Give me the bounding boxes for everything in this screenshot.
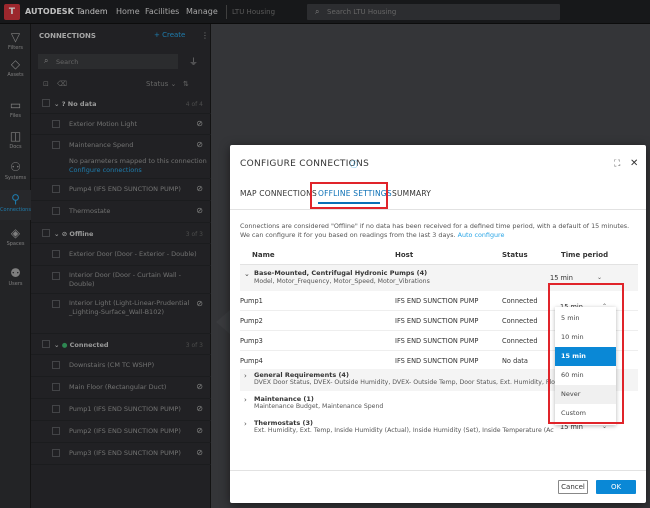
expand-icon[interactable]: ⛶ xyxy=(614,159,620,169)
info-icon[interactable]: ⓘ xyxy=(350,159,358,170)
popover-arrow xyxy=(216,310,230,334)
column-time-period: Time period xyxy=(561,251,609,259)
tab-summary[interactable]: SUMMARY xyxy=(392,189,431,198)
chevron-right-icon[interactable]: › xyxy=(244,396,247,404)
auto-configure-link[interactable]: Auto configure xyxy=(458,231,505,239)
chevron-down-icon[interactable]: ⌄ xyxy=(244,270,250,278)
divider xyxy=(230,209,646,210)
ok-button[interactable]: OK xyxy=(596,480,636,494)
column-status: Status xyxy=(502,251,528,259)
close-icon[interactable]: ✕ xyxy=(630,158,638,169)
cancel-button[interactable]: Cancel xyxy=(558,480,588,494)
column-name: Name xyxy=(252,251,275,259)
highlight-box xyxy=(548,283,624,424)
divider xyxy=(230,470,646,471)
chevron-right-icon[interactable]: › xyxy=(244,372,247,380)
offline-description: Connections are considered "Offline" if … xyxy=(240,222,630,239)
tab-map-connections[interactable]: MAP CONNECTIONS xyxy=(240,189,317,198)
highlight-box xyxy=(310,182,388,209)
chevron-right-icon[interactable]: › xyxy=(244,420,247,428)
column-host: Host xyxy=(395,251,414,259)
